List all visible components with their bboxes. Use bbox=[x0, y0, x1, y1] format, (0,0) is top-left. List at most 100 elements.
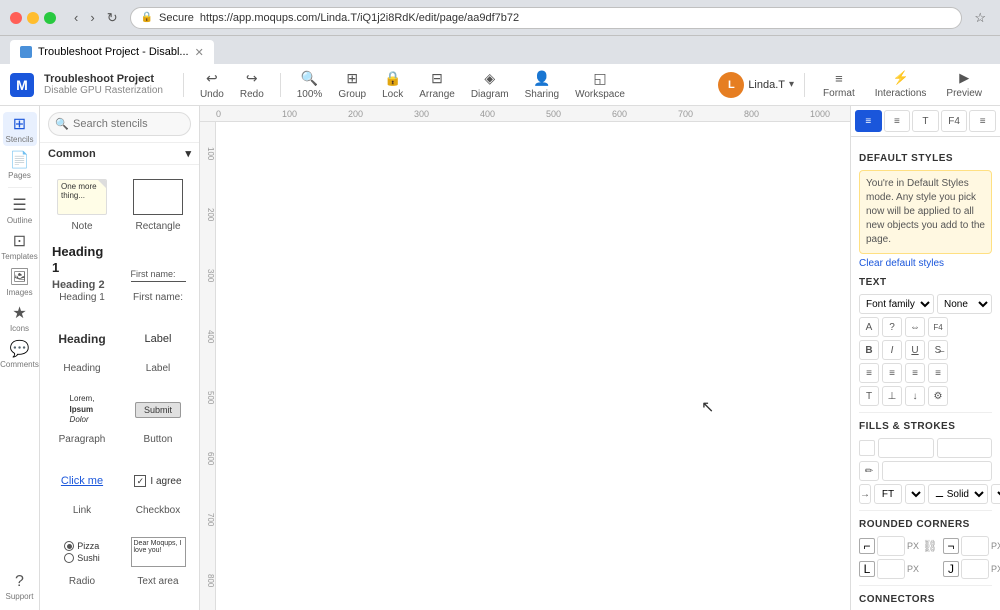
pages-button[interactable]: 📄 Pages bbox=[3, 148, 37, 182]
valign-bottom-btn[interactable]: ↓ bbox=[905, 386, 925, 406]
outline-button[interactable]: ☰ Outline bbox=[3, 193, 37, 227]
corner-link-icon[interactable]: ⛓ bbox=[922, 538, 938, 554]
preview-button[interactable]: ▶ Preview bbox=[938, 67, 990, 102]
firstname-label: First name: bbox=[133, 292, 183, 303]
stencil-item-submit[interactable]: Submit Button bbox=[124, 386, 192, 449]
bold-btn[interactable]: B bbox=[859, 340, 879, 360]
valign-top-btn[interactable]: T bbox=[859, 386, 879, 406]
undo-button[interactable]: ↩ Undo bbox=[194, 67, 230, 103]
stroke-type-select[interactable]: ⚊ Solid bbox=[928, 484, 988, 504]
align-justify-btn[interactable]: ≡ bbox=[928, 363, 948, 383]
stroke-edit-btn[interactable]: ✏ bbox=[859, 461, 879, 481]
comments-button[interactable]: 💬 Comments bbox=[3, 337, 37, 371]
font-style-select[interactable]: None bbox=[937, 294, 992, 314]
font-family-select[interactable]: Font family bbox=[859, 294, 934, 314]
search-input[interactable] bbox=[48, 112, 191, 136]
corner-bl-icon[interactable]: L bbox=[859, 561, 875, 577]
stencil-item-firstname[interactable]: First name: First name: bbox=[124, 244, 192, 307]
redo-button[interactable]: ↪ Redo bbox=[234, 67, 270, 103]
user-dropdown-icon[interactable]: ▾ bbox=[789, 79, 794, 90]
right-panel: ≡ ≡ T F4 ≡ DEFAULT STYLES You're in Defa… bbox=[850, 106, 1000, 610]
stencil-item-heading[interactable]: Heading Heading bbox=[48, 315, 116, 378]
stroke-end-select[interactable]: ▾ bbox=[991, 484, 1000, 504]
zoom-button[interactable]: 🔍 100% bbox=[291, 67, 329, 103]
text-f4-btn[interactable]: F4 bbox=[928, 317, 948, 337]
stencil-item-label[interactable]: Label Label bbox=[124, 315, 192, 378]
text-spacing-btn[interactable]: ⇔ bbox=[905, 317, 925, 337]
refresh-button[interactable]: ↻ bbox=[103, 8, 122, 28]
rp-icon-lines3[interactable]: ≡ bbox=[969, 110, 996, 132]
rp-icon-f4[interactable]: F4 bbox=[941, 110, 968, 132]
rp-icon-lines1[interactable]: ≡ bbox=[855, 110, 882, 132]
tab-close-button[interactable]: ✕ bbox=[195, 46, 204, 59]
fill-opacity-2[interactable] bbox=[937, 438, 993, 458]
stroke-input[interactable] bbox=[882, 461, 992, 481]
text-format-row: B I U S̶ bbox=[859, 340, 992, 360]
stencil-item-lorem[interactable]: Lorem, IpsumDolor Paragraph bbox=[48, 386, 116, 449]
italic-btn[interactable]: I bbox=[882, 340, 902, 360]
default-styles-text: You're in Default Styles mode. Any style… bbox=[866, 178, 985, 245]
fill-opacity-1[interactable] bbox=[878, 438, 934, 458]
clear-default-styles-link[interactable]: Clear default styles bbox=[859, 258, 992, 269]
stencil-item-rectangle[interactable]: Rectangle bbox=[124, 173, 192, 236]
align-left-btn[interactable]: ≡ bbox=[859, 363, 879, 383]
close-button[interactable] bbox=[10, 12, 22, 24]
underline-btn[interactable]: U bbox=[905, 340, 925, 360]
lock-button[interactable]: 🔒 Lock bbox=[376, 67, 409, 103]
bookmark-button[interactable]: ☆ bbox=[970, 8, 990, 28]
group-button[interactable]: ⊞ Group bbox=[332, 67, 372, 103]
diagram-button[interactable]: ◈ Diagram bbox=[465, 67, 515, 103]
stencil-item-checkbox[interactable]: ✓ I agree Checkbox bbox=[124, 457, 192, 520]
right-panel-content: DEFAULT STYLES You're in Default Styles … bbox=[851, 137, 1000, 610]
stroke-style-btn[interactable]: → bbox=[859, 484, 871, 504]
text-valign-row: T ⊥ ↓ ⚙ bbox=[859, 386, 992, 406]
stencil-item-textinput[interactable]: John Doe Text input bbox=[48, 599, 116, 610]
forward-button[interactable]: › bbox=[86, 8, 98, 28]
minimize-button[interactable] bbox=[27, 12, 39, 24]
corner-br-icon[interactable]: J bbox=[943, 561, 959, 577]
textarea-preview: Dear Moqups, I love you! bbox=[131, 537, 186, 567]
category-collapse-icon[interactable]: ▾ bbox=[185, 147, 191, 160]
support-button[interactable]: ? Support bbox=[3, 570, 37, 604]
corner-tr-icon[interactable]: ¬ bbox=[943, 538, 959, 554]
stencils-button[interactable]: ⊞ Stencils bbox=[3, 112, 37, 146]
interactions-button[interactable]: ⚡ Interactions bbox=[867, 67, 935, 102]
stroke-unit-select[interactable]: ▾ bbox=[905, 484, 925, 504]
corner-bl-input[interactable] bbox=[877, 559, 905, 579]
workspace-button[interactable]: ◱ Workspace bbox=[569, 67, 631, 103]
canvas[interactable]: ↖ bbox=[216, 122, 850, 610]
stencil-item-textarea[interactable]: Dear Moqups, I love you! Text area bbox=[124, 528, 192, 591]
stencil-item-combobox[interactable]: Select▾ Combo box bbox=[124, 599, 192, 610]
sharing-button[interactable]: 👤 Sharing bbox=[519, 67, 565, 103]
corner-tl-icon[interactable]: ⌐ bbox=[859, 538, 875, 554]
back-button[interactable]: ‹ bbox=[70, 8, 82, 28]
corner-bl-unit: PX bbox=[907, 564, 919, 574]
corner-br-input[interactable] bbox=[961, 559, 989, 579]
stencil-item-link[interactable]: Click me Link bbox=[48, 457, 116, 520]
align-right-btn[interactable]: ≡ bbox=[905, 363, 925, 383]
corner-tl-input[interactable] bbox=[877, 536, 905, 556]
stencil-item-radio[interactable]: Pizza Sushi Radio bbox=[48, 528, 116, 591]
address-bar[interactable]: 🔒 Secure https://app.moqups.com/Linda.T/… bbox=[130, 7, 963, 29]
templates-button[interactable]: ⊡ Templates bbox=[3, 229, 37, 263]
strikethrough-btn[interactable]: S̶ bbox=[928, 340, 948, 360]
stroke-size-input[interactable] bbox=[874, 484, 902, 504]
text-settings-btn[interactable]: ⚙ bbox=[928, 386, 948, 406]
align-center-btn[interactable]: ≡ bbox=[882, 363, 902, 383]
stencil-item-note[interactable]: One more thing... Note bbox=[48, 173, 116, 236]
rp-icon-lines2[interactable]: ≡ bbox=[884, 110, 911, 132]
valign-middle-btn[interactable]: ⊥ bbox=[882, 386, 902, 406]
stencil-item-heading1[interactable]: Heading 1Heading 2 Heading 1 bbox=[48, 244, 116, 307]
arrange-button[interactable]: ⊟ Arrange bbox=[413, 67, 461, 103]
rp-icon-text[interactable]: T bbox=[912, 110, 939, 132]
text-align-left-btn[interactable]: A bbox=[859, 317, 879, 337]
format-button[interactable]: ≡ Format bbox=[815, 68, 863, 102]
corner-tr-input[interactable] bbox=[961, 536, 989, 556]
corner-tl: ⌐ PX bbox=[859, 536, 919, 556]
maximize-button[interactable] bbox=[44, 12, 56, 24]
icons-button[interactable]: ★ Icons bbox=[3, 301, 37, 335]
images-button[interactable]: 🖼 Images bbox=[3, 265, 37, 299]
text-size-btn[interactable]: ? bbox=[882, 317, 902, 337]
fill-color-swatch[interactable] bbox=[859, 440, 875, 456]
active-tab[interactable]: Troubleshoot Project - Disabl... ✕ bbox=[10, 40, 214, 64]
